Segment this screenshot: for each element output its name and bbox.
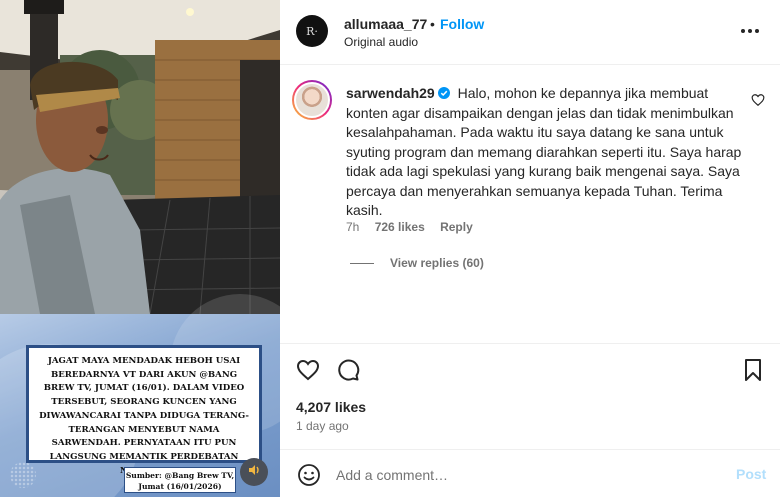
view-replies-label: View replies (60) xyxy=(390,256,484,270)
post-comment-button[interactable]: Post xyxy=(736,466,766,482)
author-username[interactable]: allumaaa_77 xyxy=(344,16,427,32)
comment-composer: Post xyxy=(280,449,780,497)
audio-label[interactable]: Original audio xyxy=(344,35,418,49)
follow-button[interactable]: Follow xyxy=(440,16,484,32)
decorative-dots xyxy=(10,462,36,488)
reply-button[interactable]: Reply xyxy=(440,220,473,234)
audio-toggle-button[interactable] xyxy=(240,458,268,486)
post-detail-panel: R· allumaaa_77 • Follow Original audio s… xyxy=(280,0,780,497)
comment-age: 7h xyxy=(346,220,360,234)
comment-button[interactable] xyxy=(336,358,360,382)
save-button[interactable] xyxy=(741,358,765,382)
header-separator: • xyxy=(430,16,435,32)
commenter-avatar[interactable] xyxy=(292,80,332,120)
more-options-button[interactable] xyxy=(735,20,765,40)
emoji-button[interactable] xyxy=(297,463,321,487)
commenter-username[interactable]: sarwendah29 xyxy=(346,85,435,101)
post-likes-count[interactable]: 4,207 likes xyxy=(296,399,366,415)
replies-divider xyxy=(350,262,374,264)
video-frame xyxy=(0,0,280,314)
bookmark-icon xyxy=(741,359,765,386)
comment-input[interactable] xyxy=(336,462,716,488)
author-avatar[interactable]: R· xyxy=(296,15,328,47)
news-source-date: Jumat (16/01/2026) xyxy=(138,482,222,491)
commenter-avatar-image xyxy=(294,82,330,118)
post-actions xyxy=(280,343,780,395)
comment-text: Halo, mohon ke depannya jika membuat kon… xyxy=(346,85,742,218)
speaker-icon xyxy=(247,463,261,482)
like-button[interactable] xyxy=(296,358,320,382)
news-source-label: Sumber: @Bang Brew TV, Jumat (16/01/2026… xyxy=(124,467,236,493)
news-caption-card: JAGAT MAYA MENDADAK HEBOH USAI BEREDARNY… xyxy=(26,345,262,476)
emoji-icon xyxy=(297,464,321,491)
comment-icon xyxy=(336,359,360,386)
comment-body: sarwendah29 Halo, mohon ke depannya jika… xyxy=(346,84,746,221)
comment-meta: 7h 726 likes Reply xyxy=(346,220,485,234)
more-icon xyxy=(740,21,760,39)
post-header: R· allumaaa_77 • Follow Original audio xyxy=(280,0,780,65)
verified-icon xyxy=(437,85,450,99)
post-media[interactable]: JAGAT MAYA MENDADAK HEBOH USAI BEREDARNY… xyxy=(0,0,280,497)
view-replies-button[interactable]: View replies (60) xyxy=(350,256,484,270)
post-timestamp[interactable]: 1 day ago xyxy=(296,419,349,433)
comment-likes-count[interactable]: 726 likes xyxy=(375,220,425,234)
heart-icon xyxy=(751,94,765,111)
news-source-line: Sumber: @Bang Brew TV, xyxy=(125,471,235,480)
comment-like-button[interactable] xyxy=(751,93,765,107)
heart-icon xyxy=(296,359,320,386)
